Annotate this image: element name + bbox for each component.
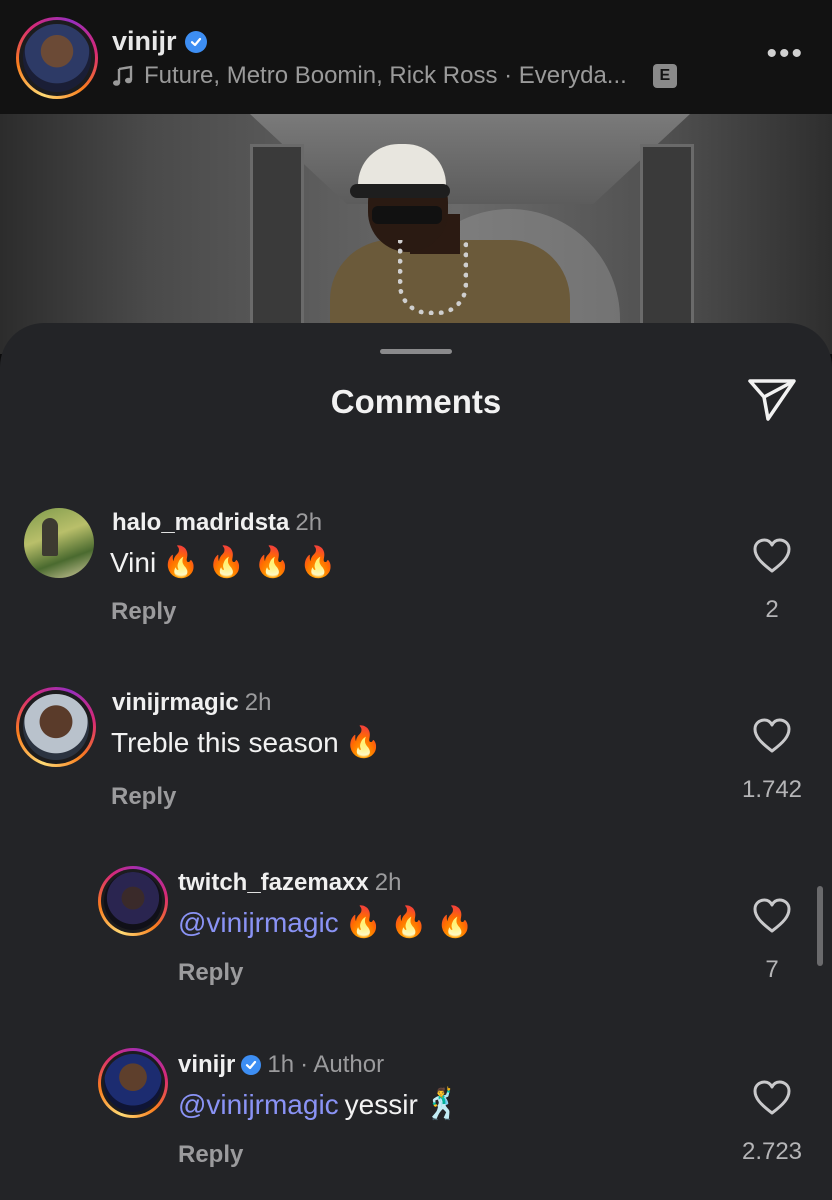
verified-badge-icon [241, 1055, 262, 1075]
comment-text: Treble this season 🔥 [111, 726, 383, 759]
share-paper-plane-icon[interactable] [746, 377, 798, 423]
heart-icon[interactable] [752, 536, 792, 576]
reply-button[interactable]: Reply [111, 598, 176, 626]
heart-icon[interactable] [752, 1078, 792, 1118]
comment-time: 2h [374, 869, 402, 896]
dancer-emoji: 🕺 [423, 1088, 462, 1121]
like-count: 7 [765, 956, 779, 983]
verified-badge-icon [184, 30, 207, 53]
mention-link[interactable]: @vinijrmagic [178, 907, 339, 939]
author-label: · Author [300, 1051, 385, 1078]
comment-time: 1h [267, 1051, 295, 1078]
comment-time: 2h [244, 689, 272, 716]
avatar[interactable] [98, 1048, 168, 1118]
like-count: 2.723 [741, 1138, 803, 1165]
fire-emoji: 🔥 🔥 🔥 [344, 906, 474, 939]
sheet-grabber[interactable] [380, 349, 452, 354]
comments-title: Comments [330, 383, 502, 420]
explicit-badge: E [652, 64, 677, 88]
comment-text: Vini 🔥 🔥 🔥 🔥 [110, 546, 337, 579]
comment-text: @vinijrmagic yessir 🕺 [178, 1088, 462, 1121]
like-count: 2 [765, 596, 779, 623]
fire-emoji: 🔥 🔥 🔥 🔥 [162, 546, 337, 579]
scrollbar[interactable] [817, 886, 823, 966]
comment-time: 2h [295, 509, 323, 536]
heart-icon[interactable] [752, 716, 792, 756]
music-info[interactable]: Future, Metro Boomin, Rick Ross · Everyd… [112, 62, 712, 90]
header-username[interactable]: vinijr [112, 26, 177, 57]
reply-button[interactable]: Reply [111, 783, 176, 811]
comment-text: @vinijrmagic 🔥 🔥 🔥 [178, 907, 473, 939]
reply-button[interactable]: Reply [178, 959, 243, 987]
avatar[interactable] [98, 866, 168, 936]
comments-sheet: Comments halo_madridsta 2h Vini 🔥 🔥 🔥 🔥 … [0, 323, 832, 1200]
more-icon[interactable]: ••• [766, 39, 804, 69]
heart-icon[interactable] [752, 896, 792, 936]
music-text: Future, Metro Boomin, Rick Ross · Everyd… [144, 62, 627, 89]
music-note-icon [113, 65, 133, 86]
header-username-row[interactable]: vinijr [112, 26, 207, 57]
comment-username[interactable]: vinijr [178, 1051, 235, 1079]
like-count: 1.742 [741, 776, 803, 803]
mention-link[interactable]: @vinijrmagic [178, 1089, 339, 1121]
comment-username[interactable]: vinijrmagic [112, 689, 239, 717]
reel-header: vinijr Future, Metro Boomin, Rick Ross ·… [0, 0, 832, 114]
avatar[interactable] [16, 687, 96, 767]
reply-button[interactable]: Reply [178, 1141, 243, 1169]
reel-video-frame[interactable] [0, 114, 832, 354]
fire-emoji: 🔥 [344, 726, 383, 759]
comment-username[interactable]: twitch_fazemaxx [178, 869, 369, 897]
profile-avatar[interactable] [16, 17, 98, 99]
comment-username[interactable]: halo_madridsta [112, 509, 289, 537]
avatar[interactable] [24, 508, 94, 578]
